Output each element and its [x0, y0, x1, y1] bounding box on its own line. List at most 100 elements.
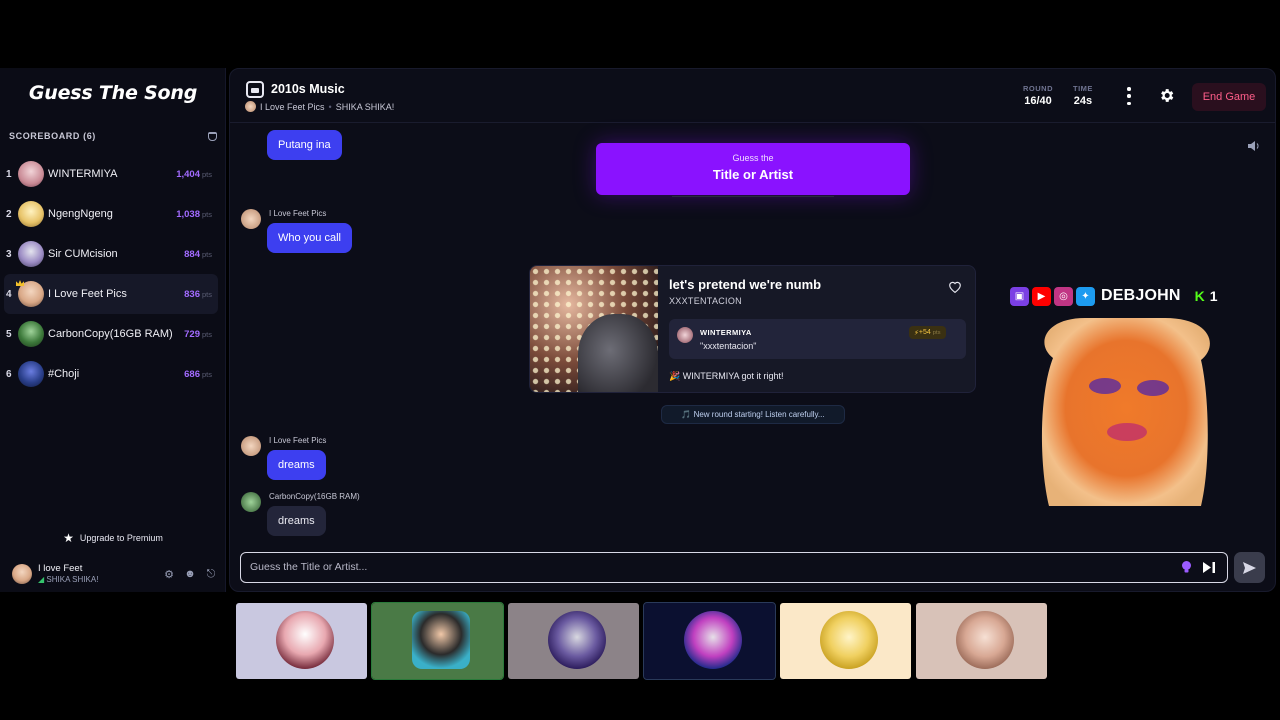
got-it-message: 🎉 WINTERMIYA got it right!	[669, 371, 784, 381]
guess-input[interactable]	[241, 553, 1161, 581]
chat-bubble: Putang ina	[267, 130, 342, 160]
player-row-self[interactable]: 4 I Love Feet Pics 836 pts	[4, 274, 218, 314]
avatar	[18, 241, 44, 267]
youtube-icon: ▶	[1032, 286, 1051, 306]
kick-count: 1	[1209, 288, 1218, 304]
album-art	[530, 266, 658, 392]
player-row[interactable]: 5 CarbonCopy(16GB RAM) 729 pts	[4, 314, 218, 354]
guess-prompt-line1: Guess the	[732, 153, 774, 163]
avatar	[677, 327, 693, 343]
player-points: 686 pts	[184, 368, 212, 380]
song-title: let's pretend we're numb	[669, 277, 822, 292]
player-rank: 3	[6, 248, 12, 260]
heart-icon[interactable]	[948, 280, 962, 293]
player-row[interactable]: 2 NgengNgeng 1,038 pts	[4, 194, 218, 234]
avatar	[276, 611, 334, 669]
team-icon: ◢	[38, 575, 45, 584]
more-options-icon[interactable]	[1123, 87, 1135, 105]
guess-prompt-line2: Title or Artist	[712, 167, 794, 182]
player-tile[interactable]	[780, 603, 911, 679]
emoji-icon[interactable]: ☻	[183, 567, 197, 581]
player-avatar-strip	[236, 602, 1047, 680]
avatar	[18, 321, 44, 347]
player-points: 836 pts	[184, 288, 212, 300]
avatar	[412, 611, 470, 669]
current-user-name: I love Feet	[38, 563, 83, 574]
player-rank: 4	[6, 288, 12, 300]
player-points: 884 pts	[184, 248, 212, 260]
guess-prompt-banner: Guess the Title or Artist	[596, 143, 910, 195]
upgrade-premium-button[interactable]: ★ Upgrade to Premium	[0, 532, 226, 544]
song-reveal-card: let's pretend we're numb XXXTENTACION WI…	[529, 265, 976, 393]
game-header: 2010s Music I Love Feet Pics • SHIKA SHI…	[230, 69, 1275, 123]
separator-dot: •	[328, 101, 332, 112]
streamer-name: DEBJOHN	[1101, 287, 1181, 304]
kick-icon: K	[1194, 288, 1205, 304]
playlist-icon	[246, 81, 264, 98]
player-name: #Choji	[48, 368, 80, 380]
avatar	[684, 611, 742, 669]
chat-bubble: Who you call	[267, 223, 352, 253]
round-value: 16/40	[1024, 95, 1052, 107]
streamer-overlay: ▣ ▶ ◎ ✦ DEBJOHN K 1	[1010, 283, 1250, 309]
avatar	[241, 436, 261, 456]
upgrade-label: Upgrade to Premium	[79, 533, 163, 543]
host-name: I Love Feet Pics	[260, 101, 325, 112]
player-tile[interactable]	[916, 603, 1047, 679]
time-label: TIME	[1073, 84, 1093, 93]
player-row[interactable]: 1 WINTERMIYA 1,404 pts	[4, 154, 218, 194]
twitch-icon: ▣	[1010, 286, 1029, 306]
time-stat: TIME 24s	[1073, 84, 1093, 107]
avatar	[241, 209, 261, 229]
host-team: SHIKA SHIKA!	[335, 101, 395, 112]
player-tile[interactable]	[643, 602, 776, 680]
scoreboard-title: SCOREBOARD (6)	[9, 131, 96, 141]
settings-gear-icon[interactable]	[1158, 87, 1175, 104]
scoreboard-list: 1 WINTERMIYA 1,404 pts 2 NgengNgeng 1,038…	[4, 154, 218, 394]
trophy-icon[interactable]	[208, 131, 217, 141]
player-rank: 1	[6, 168, 12, 180]
player-rank: 2	[6, 208, 12, 220]
logout-icon[interactable]: ⎋	[204, 567, 218, 581]
avatar	[18, 361, 44, 387]
player-name: CarbonCopy(16GB RAM)	[48, 328, 173, 340]
player-row[interactable]: 3 Sir CUMcision 884 pts	[4, 234, 218, 274]
sidebar: Guess The Song SCOREBOARD (6) 1 WINTERMI…	[0, 68, 226, 592]
playlist-host: I Love Feet Pics • SHIKA SHIKA!	[245, 101, 394, 112]
points-gain-badge: ⚡ +54 pts	[909, 326, 946, 339]
chat-bubble: dreams	[267, 450, 326, 480]
player-name: NgengNgeng	[48, 208, 113, 220]
avatar	[820, 611, 878, 669]
toast-face-image	[1041, 318, 1210, 506]
skip-icon[interactable]	[1203, 562, 1215, 573]
hint-lightbulb-icon[interactable]	[1181, 561, 1192, 573]
player-tile[interactable]	[371, 602, 504, 680]
end-game-button[interactable]: End Game	[1192, 83, 1266, 111]
player-tile[interactable]	[508, 603, 639, 679]
avatar[interactable]	[12, 564, 32, 584]
speaker-icon[interactable]	[1248, 141, 1260, 151]
send-button[interactable]	[1234, 552, 1265, 583]
player-points: 729 pts	[184, 328, 212, 340]
gear-icon[interactable]: ⚙	[162, 567, 176, 581]
correct-answer-row: WINTERMIYA "xxxtentacion" ⚡ +54 pts	[669, 319, 966, 359]
chat-username: I Love Feet Pics	[269, 209, 327, 218]
guess-composer	[240, 552, 1228, 583]
player-rank: 5	[6, 328, 12, 340]
avatar	[956, 611, 1014, 669]
crown-icon	[16, 280, 24, 286]
current-user-card: I love Feet ◢ SHIKA SHIKA! ⚙ ☻ ⎋	[12, 560, 218, 588]
player-row[interactable]: 6 #Choji 686 pts	[4, 354, 218, 394]
brand-logo: Guess The Song	[28, 82, 198, 104]
twitter-icon: ✦	[1076, 286, 1095, 306]
chat-bubble: dreams	[267, 506, 326, 536]
divider	[672, 196, 834, 197]
player-tile[interactable]	[236, 603, 367, 679]
game-panel: 2010s Music I Love Feet Pics • SHIKA SHI…	[229, 68, 1276, 592]
avatar	[18, 161, 44, 187]
player-points: 1,038 pts	[176, 208, 212, 220]
star-icon: ★	[63, 531, 74, 545]
answer-text: "xxxtentacion"	[700, 341, 757, 351]
chat-username: I Love Feet Pics	[269, 436, 327, 445]
round-label: ROUND	[1023, 84, 1053, 93]
